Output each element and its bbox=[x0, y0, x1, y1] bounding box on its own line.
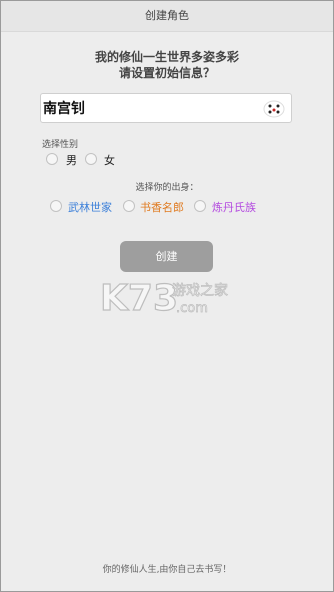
origin-option-2-radio[interactable] bbox=[123, 200, 135, 212]
watermark-logo: K73 游戏之家 .com bbox=[99, 270, 240, 320]
gender-male-radio[interactable] bbox=[46, 153, 58, 165]
name-input[interactable] bbox=[43, 98, 258, 118]
watermark-text: K73 bbox=[100, 278, 178, 319]
gender-label: 选择性别 bbox=[42, 140, 79, 150]
create-button[interactable]: 创建 bbox=[120, 241, 213, 272]
origin-option-2-label[interactable]: 书香名郎 bbox=[140, 199, 184, 215]
origin-option-3-radio[interactable] bbox=[194, 200, 206, 212]
gender-female-label[interactable]: 女 bbox=[104, 152, 115, 168]
gender-female-radio[interactable] bbox=[85, 153, 97, 165]
prompt-line-2: 请设置初始信息？ bbox=[118, 66, 215, 80]
footer-text: 你的修仙人生,由你自己去书写！ bbox=[102, 565, 232, 575]
page-title: 创建角色 bbox=[1, 1, 333, 32]
origin-option-1-label[interactable]: 武林世家 bbox=[68, 199, 112, 215]
origin-option-3-label[interactable]: 炼丹氏族 bbox=[212, 199, 256, 215]
origin-option-1-radio[interactable] bbox=[50, 200, 62, 212]
gender-male-label[interactable]: 男 bbox=[66, 152, 77, 168]
prompt-line-1: 我的修仙一生世界多姿多彩 bbox=[94, 50, 239, 64]
watermark-cn: 游戏之家 bbox=[172, 282, 228, 299]
name-field-container bbox=[40, 93, 292, 123]
watermark-url: .com bbox=[176, 301, 208, 316]
origin-label: 选择你的出身： bbox=[135, 183, 199, 193]
dice-icon[interactable] bbox=[263, 98, 285, 118]
